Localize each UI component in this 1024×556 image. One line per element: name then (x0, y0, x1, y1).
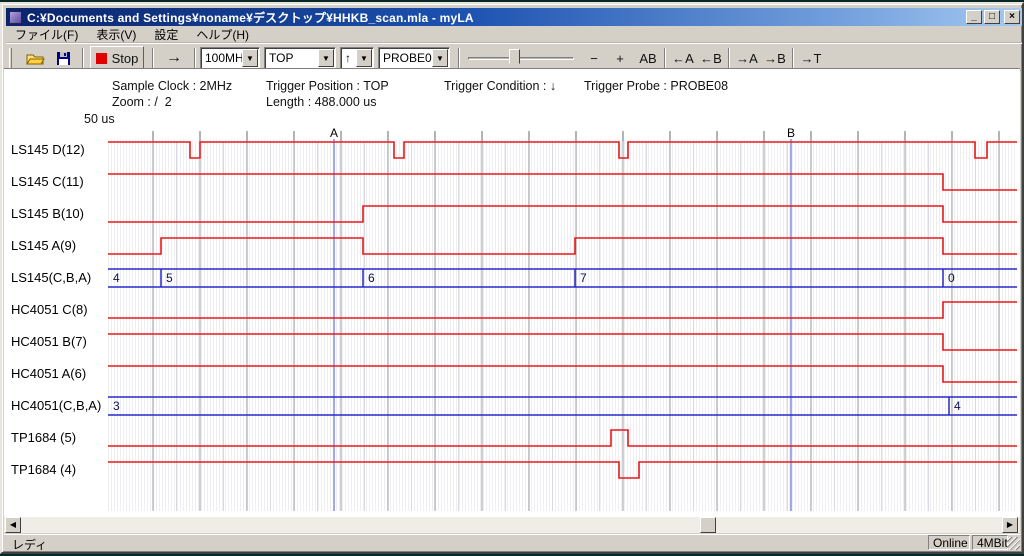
marker-label: A (330, 128, 338, 140)
trigger-condition-info: Trigger Condition : ↓ (444, 79, 556, 93)
window-title: C:¥Documents and Settings¥noname¥デスクトップ¥… (27, 9, 474, 26)
open-file-button[interactable] (22, 46, 48, 70)
toolbar-separator (152, 48, 154, 68)
trigger-position-select[interactable]: TOP ▼ (264, 47, 336, 69)
set-marker-a-button[interactable]: →A (734, 46, 760, 70)
set-marker-b-button[interactable]: →B (762, 46, 788, 70)
trigger-probe-info: Trigger Probe : PROBE08 (584, 79, 728, 93)
toolbar-separator (792, 48, 794, 68)
marker-label: B (787, 128, 795, 140)
menu-view[interactable]: 表示(V) (87, 25, 145, 44)
title-bar[interactable]: C:¥Documents and Settings¥noname¥デスクトップ¥… (6, 8, 1022, 26)
memory-status-badge: 4MBit (972, 535, 1008, 550)
channel-label: TP1684 (4) (11, 462, 76, 478)
menu-settings[interactable]: 設定 (145, 25, 187, 44)
zoom-slider[interactable] (468, 57, 574, 60)
channel-label: TP1684 (5) (11, 430, 76, 446)
channel-label: HC4051(C,B,A) (11, 398, 101, 414)
trigger-position-info: Trigger Position : TOP (266, 79, 389, 93)
signal-trace (108, 302, 1017, 318)
bus-value: 4 (113, 271, 120, 285)
screen: C:¥Documents and Settings¥noname¥デスクトップ¥… (0, 0, 1024, 556)
menu-file[interactable]: ファイル(F) (6, 25, 87, 44)
chevron-down-icon[interactable]: ▼ (242, 49, 258, 67)
open-folder-icon (26, 51, 45, 66)
menu-help[interactable]: ヘルプ(H) (187, 25, 258, 44)
maximize-button[interactable]: □ (984, 10, 1000, 24)
waveform-svg: A B 4 5 6 7 0 3 4 (108, 128, 1017, 511)
toolbar-separator (728, 48, 730, 68)
scroll-right-arrow-icon[interactable]: ▶ (1002, 517, 1018, 533)
stop-icon (96, 53, 107, 64)
trigger-edge-value: ↑ (341, 51, 356, 65)
channel-label: HC4051 A(6) (11, 366, 86, 382)
scroll-left-arrow-icon[interactable]: ◀ (5, 517, 21, 533)
status-message: レディ (12, 536, 47, 553)
channel-label: HC4051 C(8) (11, 302, 88, 318)
toolbar: Stop → 100MHz ▼ TOP ▼ ↑ ▼ PROBE00 ▼ (6, 43, 1022, 71)
zoom-info: Zoom : / 2 (112, 95, 172, 109)
length-info: Length : 488.000 us (266, 95, 377, 109)
stop-button[interactable]: Stop (90, 46, 144, 70)
bus-value: 0 (948, 271, 955, 285)
trigger-probe-value: PROBE00 (379, 51, 432, 65)
trigger-position-value: TOP (265, 51, 318, 65)
run-arrow-icon: → (166, 49, 182, 67)
time-scale-label: 50 us (84, 112, 115, 126)
signal-trace (108, 366, 1017, 382)
minimize-button[interactable]: _ (966, 10, 982, 24)
trigger-probe-select[interactable]: PROBE00 ▼ (378, 47, 450, 69)
scrollbar-thumb[interactable] (700, 517, 716, 533)
toolbar-separator (458, 48, 460, 68)
app-icon (9, 11, 22, 24)
channel-label: LS145 A(9) (11, 238, 76, 254)
sample-clock-info: Sample Clock : 2MHz (112, 79, 232, 93)
bus-value: 7 (580, 271, 587, 285)
zoom-ab-button[interactable]: AB (634, 46, 662, 70)
channel-label: LS145(C,B,A) (11, 270, 91, 286)
bus-value: 4 (954, 399, 961, 413)
toolbar-separator (82, 48, 84, 68)
resize-grip[interactable] (1007, 537, 1020, 550)
signal-trace (108, 206, 1017, 222)
signal-trace (108, 238, 1017, 254)
goto-marker-b-button[interactable]: ←B (698, 46, 724, 70)
stop-label: Stop (112, 51, 139, 66)
save-button[interactable] (50, 46, 76, 70)
signal-trace (108, 430, 1017, 446)
horizontal-scrollbar[interactable]: ◀ ▶ (4, 517, 1020, 533)
toolbar-grip[interactable] (9, 48, 12, 68)
zoom-in-button[interactable]: + (608, 46, 632, 70)
signal-trace (108, 462, 1017, 478)
chevron-down-icon[interactable]: ▼ (432, 49, 448, 67)
status-bar: レディ Online 4MBit (4, 534, 1020, 550)
channel-label: LS145 B(10) (11, 206, 84, 222)
sample-rate-select[interactable]: 100MHz ▼ (200, 47, 260, 69)
online-status-badge: Online (928, 535, 970, 550)
bus-value: 6 (368, 271, 375, 285)
goto-marker-a-button[interactable]: ←A (670, 46, 696, 70)
menu-bar: ファイル(F) 表示(V) 設定 ヘルプ(H) (6, 26, 1022, 43)
trigger-edge-select[interactable]: ↑ ▼ (340, 47, 374, 69)
waveform-display[interactable]: A B 4 5 6 7 0 3 4 (108, 128, 1017, 511)
channel-label: HC4051 B(7) (11, 334, 87, 350)
close-button[interactable]: × (1004, 10, 1020, 24)
bus-value: 5 (166, 271, 173, 285)
toolbar-separator (664, 48, 666, 68)
chevron-down-icon[interactable]: ▼ (318, 49, 334, 67)
chevron-down-icon[interactable]: ▼ (356, 49, 372, 67)
zoom-out-button[interactable]: − (582, 46, 606, 70)
sample-rate-value: 100MHz (201, 51, 242, 65)
run-button[interactable]: → (158, 46, 190, 70)
channel-label: LS145 C(11) (11, 174, 84, 190)
signal-trace (108, 334, 1017, 350)
channel-label: LS145 D(12) (11, 142, 85, 158)
zoom-slider-thumb[interactable] (509, 49, 520, 69)
floppy-disk-icon (56, 51, 71, 66)
goto-trigger-button[interactable]: →T (798, 46, 824, 70)
signal-trace (108, 174, 1017, 190)
bus-value: 3 (113, 399, 120, 413)
signal-trace (108, 142, 1017, 158)
toolbar-separator (194, 48, 196, 68)
